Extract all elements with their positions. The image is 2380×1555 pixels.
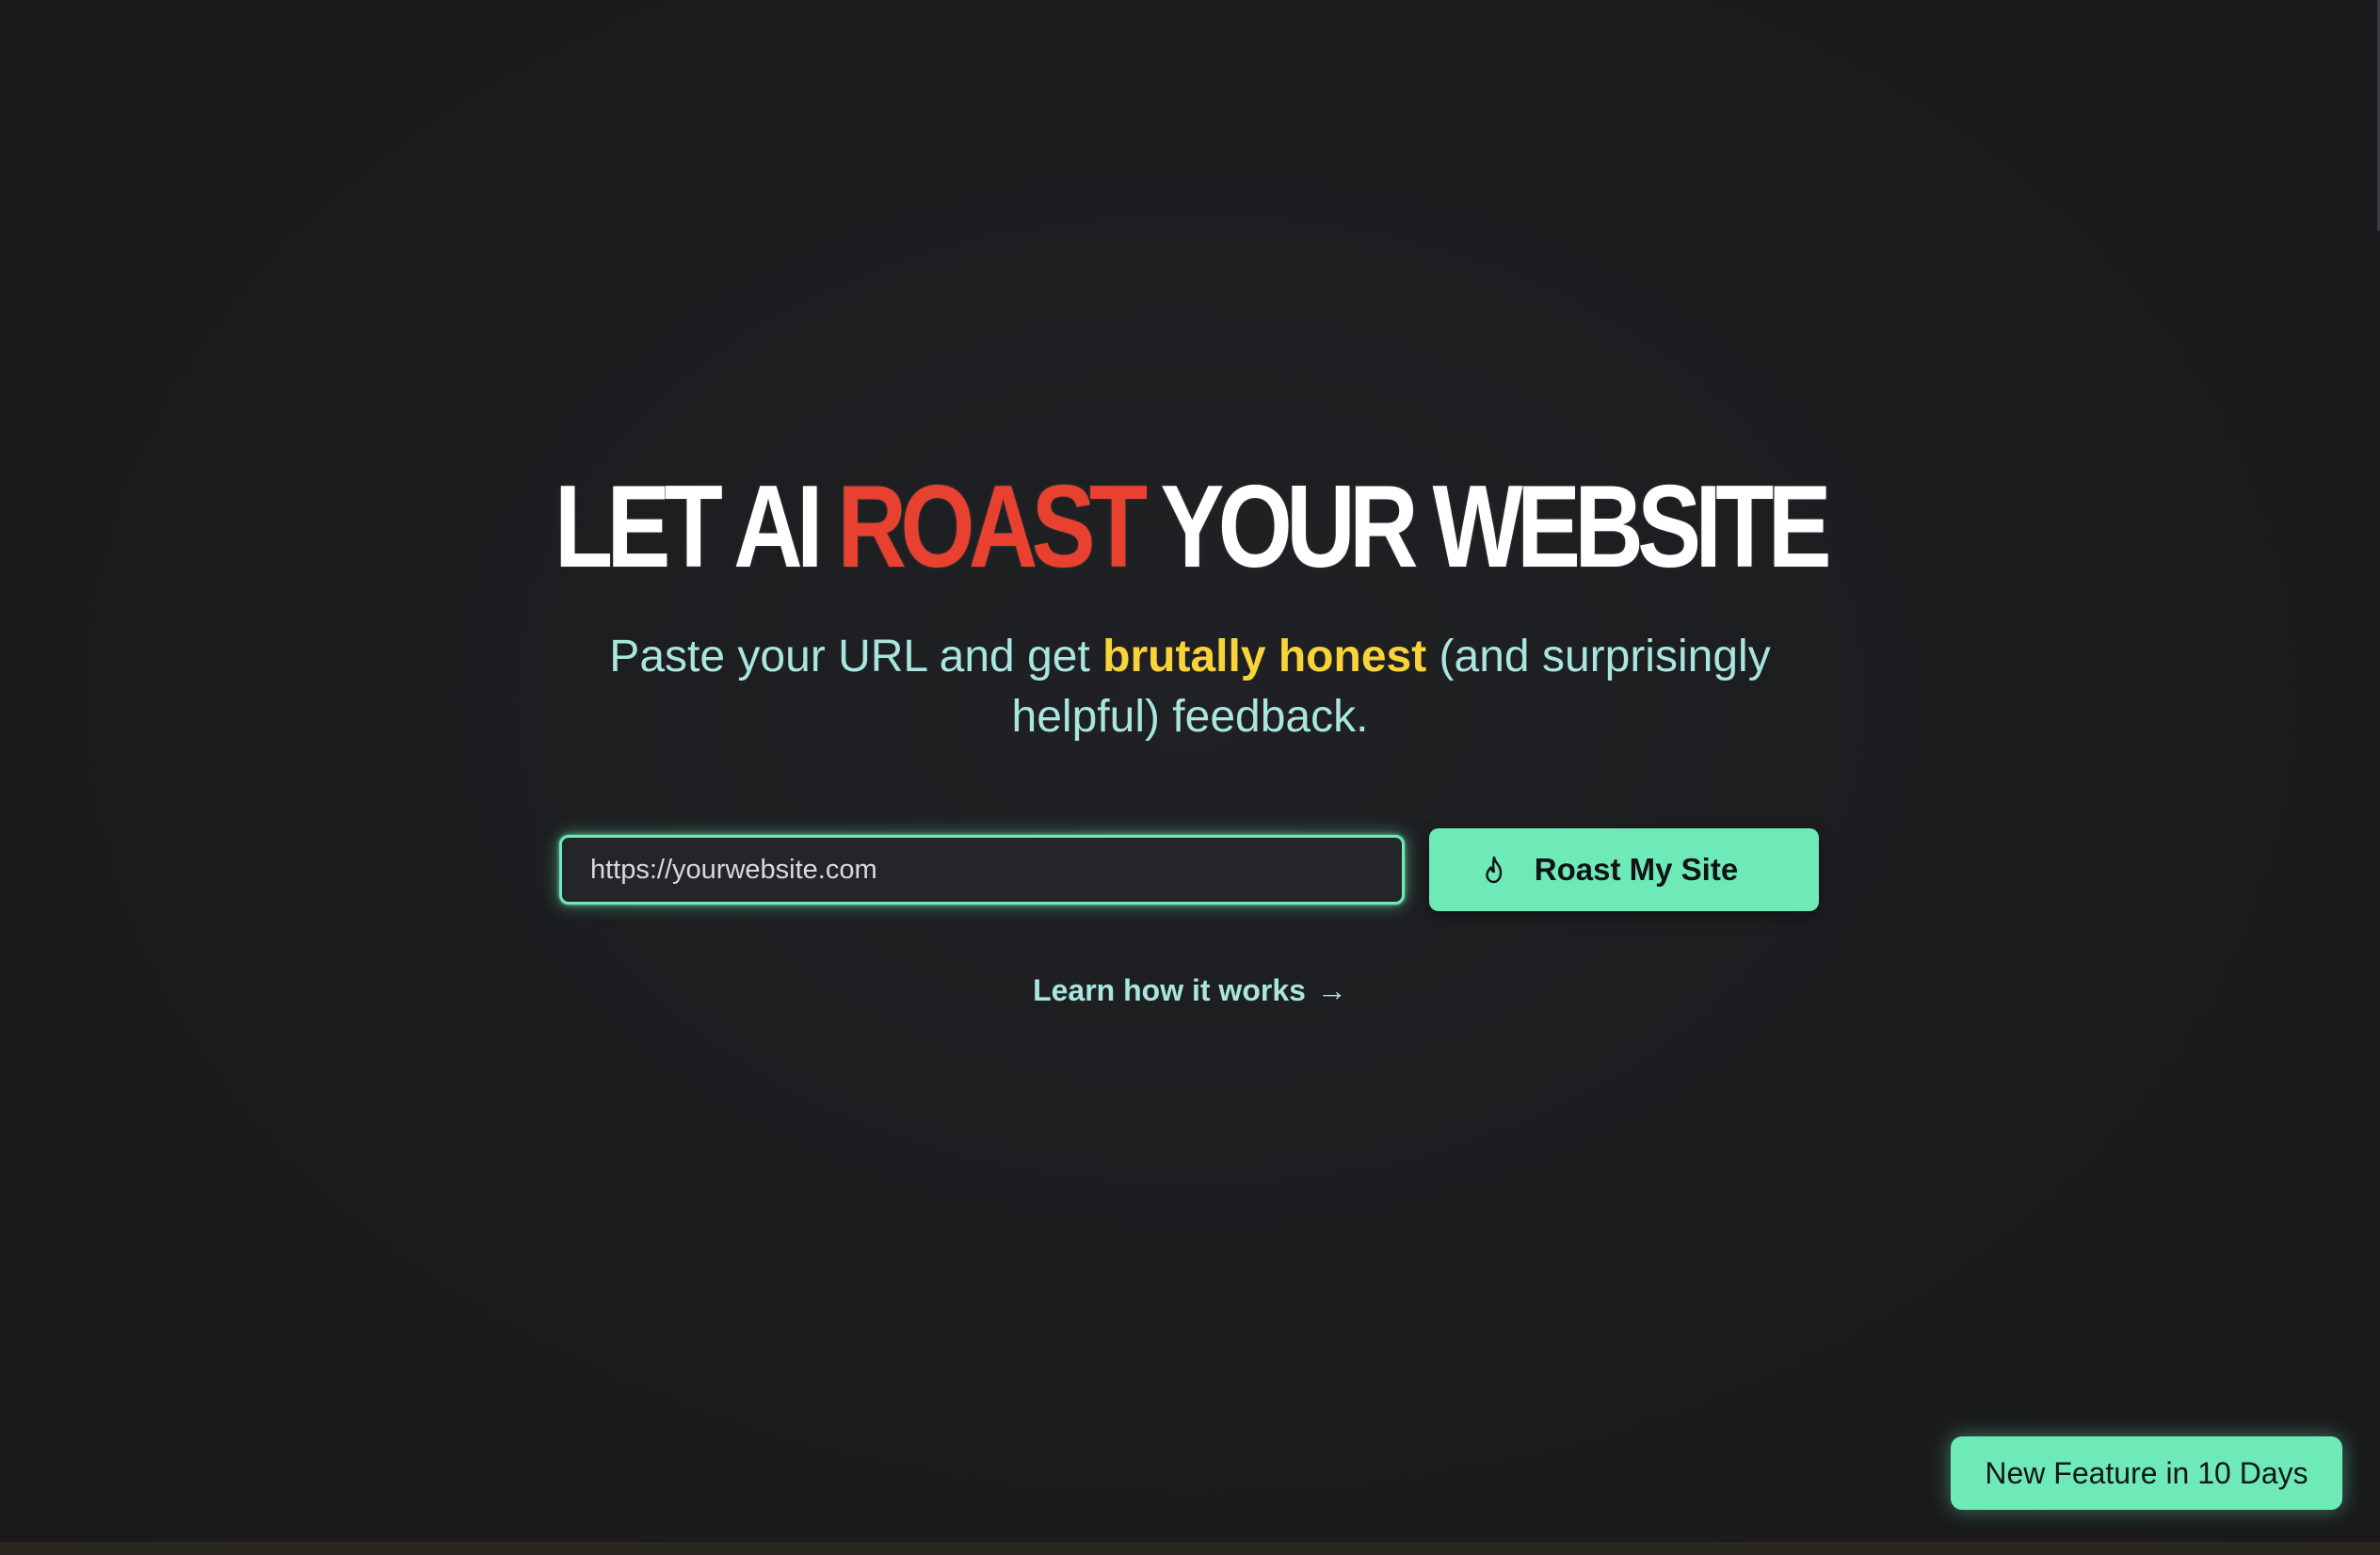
roast-my-site-button[interactable]: Roast My Site <box>1429 828 1819 911</box>
new-feature-label: New Feature in 10 Days <box>1985 1455 2308 1490</box>
subtitle-highlight: brutally honest <box>1102 632 1427 681</box>
page-title: LET AI ROAST YOUR WEBSITE <box>215 461 2166 593</box>
flame-icon <box>1486 856 1502 884</box>
page: LET AI ROAST YOUR WEBSITE Paste your URL… <box>0 0 2380 1555</box>
headline-highlight: ROAST <box>837 462 1149 592</box>
subtitle: Paste your URL and get brutally honest (… <box>550 627 1830 747</box>
roast-my-site-label: Roast My Site <box>1534 852 1739 887</box>
learn-how-it-works-link[interactable]: Learn how it works → <box>0 973 2380 1008</box>
new-feature-badge-button[interactable]: New Feature in 10 Days <box>1951 1436 2342 1510</box>
headline-part-1: LET AI <box>554 462 838 592</box>
headline-part-2: YOUR WEBSITE <box>1141 462 1831 592</box>
url-form: Roast My Site <box>559 828 1819 911</box>
subtitle-before: Paste your URL and get <box>609 632 1103 681</box>
arrow-right-icon: → <box>1316 973 1347 1007</box>
learn-link-label: Learn how it works <box>1033 973 1306 1007</box>
url-input[interactable] <box>559 835 1405 905</box>
bottom-divider <box>0 1542 2380 1555</box>
hero-section: LET AI ROAST YOUR WEBSITE Paste your URL… <box>0 461 2380 747</box>
